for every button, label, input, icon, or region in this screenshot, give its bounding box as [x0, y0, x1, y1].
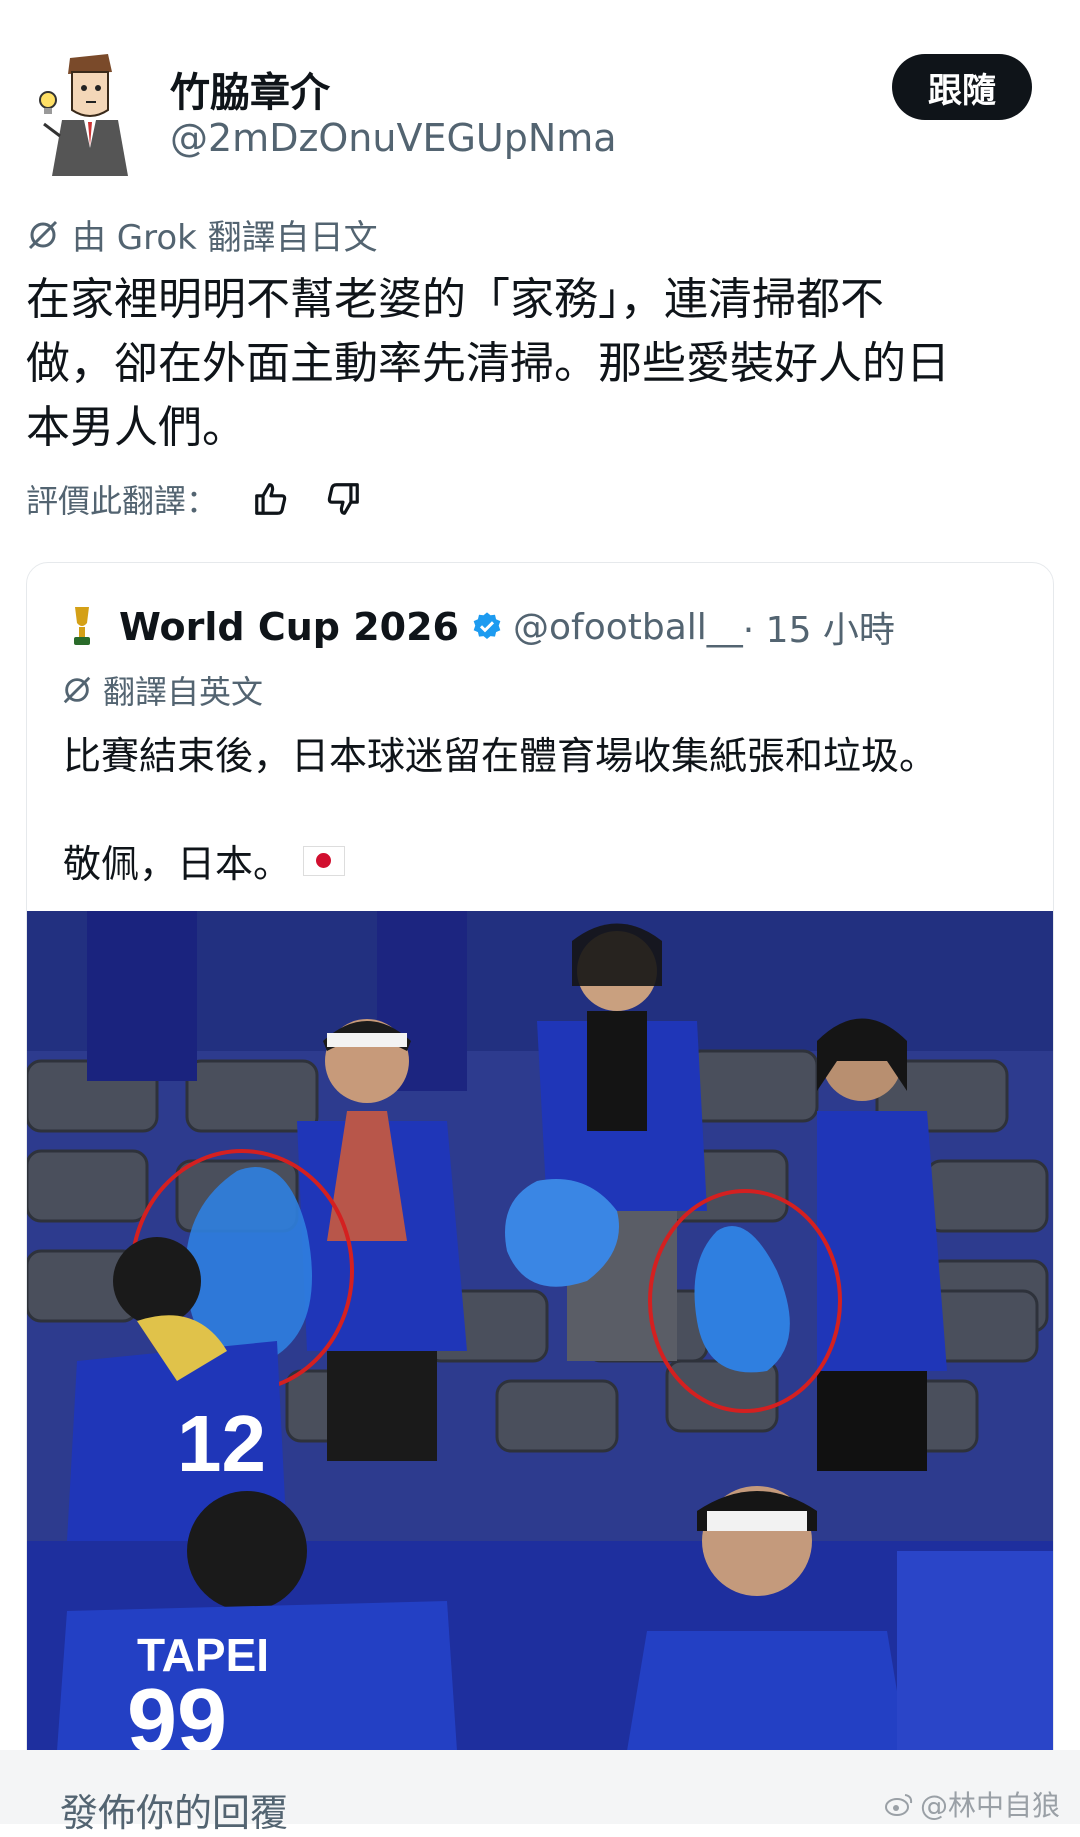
translation-notice: 由 Grok 翻譯自日文 [26, 210, 378, 259]
translate-icon [28, 220, 58, 249]
quoted-post[interactable]: World Cup 2026 @ofootball__ · 15 小時 翻譯自英… [26, 562, 1054, 1824]
quoted-post-header: World Cup 2026 @ofootball__ · 15 小時 [67, 601, 895, 653]
quoted-post-text-2: 敬佩，日本。 [63, 833, 346, 888]
japan-flag-icon [303, 845, 346, 876]
post-photo[interactable]: 12 TAPEI 99 [27, 911, 1053, 1751]
quoted-author-handle[interactable]: @ofootball__ [513, 607, 743, 648]
reply-input[interactable]: 發佈你的回覆 [60, 1782, 288, 1837]
post-text: 在家裡明明不幫老婆的「家務」，連清掃都不 做，卻在外面主動率先清掃。那些愛裝好人… [26, 268, 1056, 460]
author-handle[interactable]: @2mDzOnuVEGUpNma [170, 116, 617, 160]
quoted-translation-notice: 翻譯自英文 [61, 667, 263, 713]
thumbs-up-icon[interactable] [252, 480, 290, 518]
quoted-post-time: · 15 小時 [742, 610, 895, 651]
follow-button[interactable]: 跟隨 [892, 54, 1032, 120]
post-text-line: 本男人們。 [26, 402, 246, 453]
watermark-text: @林中自狼 [919, 1789, 1060, 1822]
author-display-name[interactable]: 竹脇章介 [170, 60, 330, 118]
jersey-number: 12 [177, 1399, 266, 1488]
quoted-post-text-line: 敬佩，日本。 [63, 842, 292, 886]
watermark: @林中自狼 [884, 1784, 1060, 1824]
rate-translation-label: 評價此翻譯： [26, 482, 219, 520]
quoted-post-text: 比賽結束後，日本球迷留在體育場收集紙張和垃圾。 [63, 734, 938, 778]
quoted-translation-notice-text: 翻譯自英文 [103, 673, 264, 711]
quoted-author-name[interactable]: World Cup 2026 [119, 605, 459, 649]
thumbs-down-icon[interactable] [324, 480, 362, 518]
verified-badge-icon [473, 612, 501, 639]
translation-notice-text: 由 Grok 翻譯自日文 [72, 218, 378, 258]
avatar[interactable] [38, 48, 138, 178]
translate-icon [63, 676, 91, 704]
rate-translation: 評價此翻譯： [26, 476, 362, 522]
post-text-line: 做，卻在外面主動率先清掃。那些愛裝好人的日 [26, 338, 950, 389]
weibo-icon [884, 1794, 913, 1816]
taipei-jersey-number: 99 [127, 1671, 227, 1751]
post-header: 竹脇章介 @2mDzOnuVEGUpNma 跟隨 [0, 0, 1080, 200]
post-text-line: 在家裡明明不幫老婆的「家務」，連清掃都不 [26, 274, 884, 325]
trophy-icon [74, 607, 90, 645]
